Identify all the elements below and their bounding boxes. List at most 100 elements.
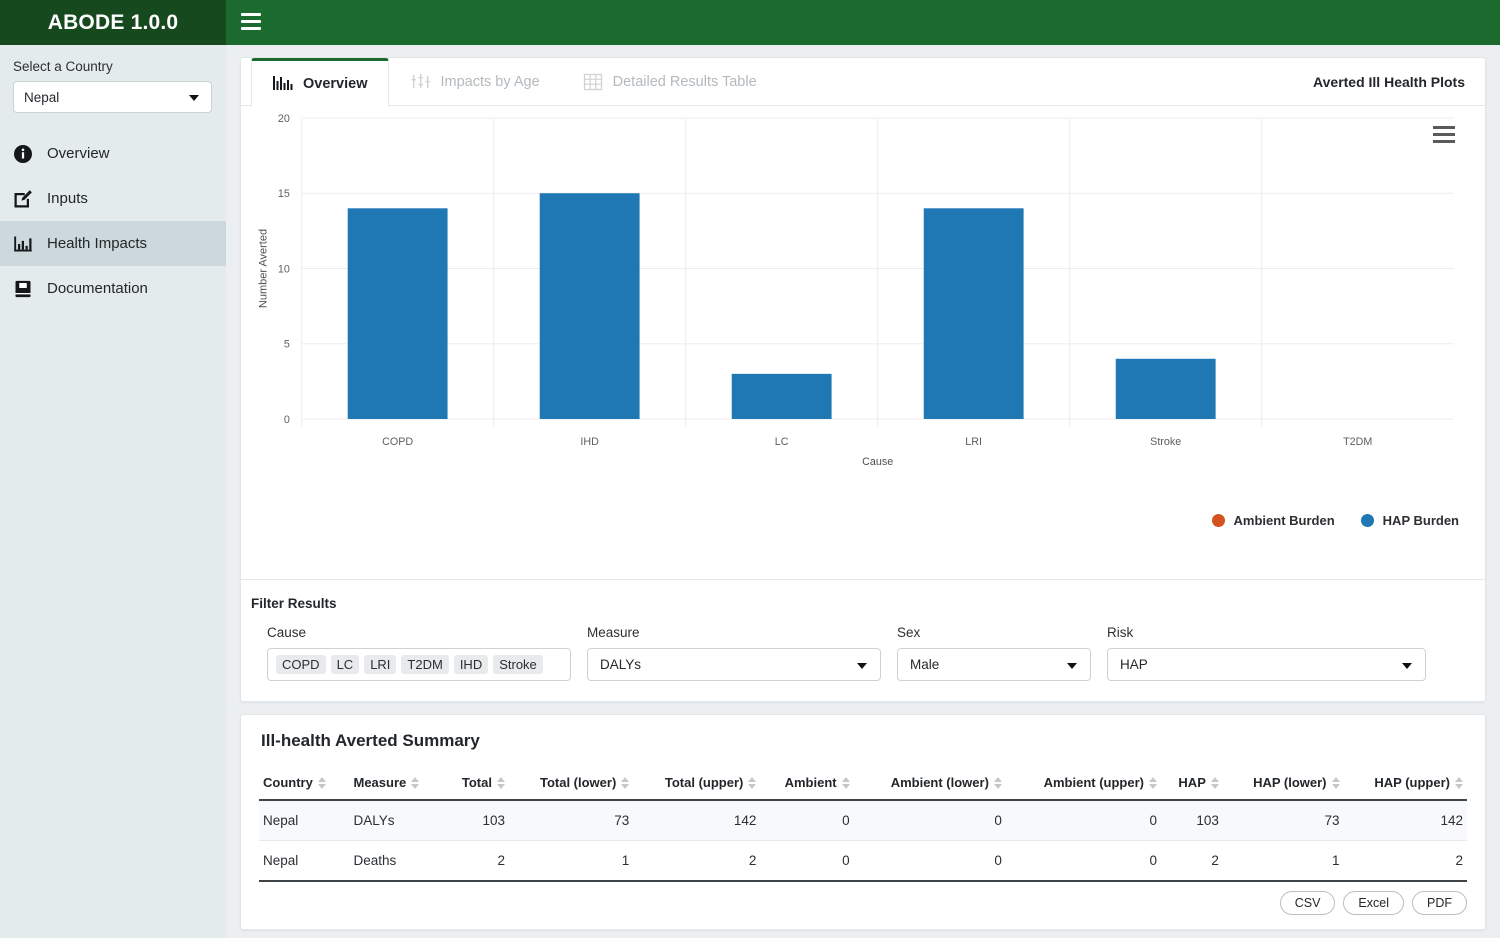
filter-label-cause: Cause <box>267 625 307 640</box>
table-row: Nepal DALYs 103 73 142 0 0 0 103 73 142 <box>259 800 1467 841</box>
column-label: Total <box>461 775 492 790</box>
cause-chip[interactable]: COPD <box>276 655 326 674</box>
export-pdf-button[interactable]: PDF <box>1412 891 1467 915</box>
column-label: Ambient (lower) <box>890 775 989 790</box>
tab-label: Detailed Results Table <box>612 74 757 90</box>
filter-group-risk: Risk HAP <box>1091 625 1426 681</box>
sidebar-item-health-impacts[interactable]: Health Impacts <box>0 221 226 266</box>
sort-toggle-icon[interactable] <box>1210 776 1219 789</box>
table-body: Nepal DALYs 103 73 142 0 0 0 103 73 142 Nepal Deaths… <box>259 800 1467 882</box>
risk-select-value: HAP <box>1120 657 1148 672</box>
app-brand-title: ABODE 1.0.0 <box>0 0 226 45</box>
export-excel-button[interactable]: Excel <box>1343 891 1404 915</box>
sidebar-item-label: Health Impacts <box>47 235 148 252</box>
tab-label: Impacts by Age <box>440 74 540 90</box>
table-column-header[interactable]: Ambient (upper) <box>1005 775 1161 801</box>
export-csv-button[interactable]: CSV <box>1279 891 1336 915</box>
sidebar-item-inputs[interactable]: Inputs <box>0 176 226 221</box>
filter-group-cause: Cause COPD LC LRI T2DM IHD Stroke <box>251 625 571 681</box>
bar[interactable] <box>731 373 832 419</box>
column-label: Total (upper) <box>664 775 744 790</box>
table-cell: Nepal <box>259 800 350 841</box>
table-column-header[interactable]: Total <box>443 775 509 801</box>
chevron-down-icon <box>857 662 867 669</box>
column-label: Country <box>263 775 313 790</box>
bar[interactable] <box>347 208 448 419</box>
averted-ill-health-bar-chart: 0 5 10 15 20 COPD IHD LC LRI Stroke T2DM Cause Numbe… <box>258 113 1454 468</box>
sidebar-item-label: Inputs <box>47 190 88 207</box>
sex-select[interactable]: Male <box>897 648 1091 681</box>
legend-item-ambient-burden[interactable]: Ambient Burden <box>1211 513 1335 528</box>
column-label: Ambient <box>784 775 837 790</box>
table-cell: 2 <box>633 840 761 882</box>
sort-toggle-icon[interactable] <box>411 776 420 789</box>
x-axis-tick-label: LC <box>775 436 789 448</box>
table-row: Nepal Deaths 2 1 2 0 0 0 2 1 2 <box>259 840 1467 882</box>
table-cell: 0 <box>853 800 1006 841</box>
y-axis-tick-label: 10 <box>278 263 290 275</box>
sort-toggle-icon[interactable] <box>1148 776 1157 789</box>
cause-chip[interactable]: LC <box>330 655 360 674</box>
table-cell: 103 <box>443 800 509 841</box>
sort-toggle-icon[interactable] <box>621 776 630 789</box>
ill-health-averted-summary-table: Country Measure Total Total (lower) Total (u… <box>259 775 1467 882</box>
filter-label-sex: Sex <box>897 625 921 640</box>
bar[interactable] <box>923 208 1024 419</box>
table-column-header[interactable]: Total (lower) <box>508 775 634 801</box>
sidebar-item-overview[interactable]: Overview <box>0 131 226 176</box>
legend-swatch <box>1360 514 1374 527</box>
country-select[interactable]: Nepal <box>13 81 212 113</box>
risk-select[interactable]: HAP <box>1107 648 1426 681</box>
cause-chip[interactable]: LRI <box>364 655 397 674</box>
legend-item-hap-burden[interactable]: HAP Burden <box>1360 513 1459 528</box>
content-area: Overview Impacts by Age Detailed Results… <box>226 45 1500 938</box>
table-cell: 2 <box>1343 840 1467 882</box>
application-root: ABODE 1.0.0 Select a Country Nepal Overv… <box>0 0 1500 938</box>
tab-impacts-by-age[interactable]: Impacts by Age <box>389 58 561 105</box>
bar[interactable] <box>1115 358 1216 419</box>
sort-toggle-icon[interactable] <box>1455 776 1463 789</box>
sidebar: ABODE 1.0.0 Select a Country Nepal Overv… <box>0 0 226 938</box>
table-cell: 0 <box>760 840 854 882</box>
sort-toggle-icon[interactable] <box>496 776 505 789</box>
column-label: Ambient (upper) <box>1043 775 1144 790</box>
tab-overview[interactable]: Overview <box>251 58 389 106</box>
column-label: HAP (lower) <box>1253 775 1327 790</box>
top-bar <box>226 0 1500 45</box>
measure-select[interactable]: DALYs <box>587 648 881 681</box>
column-label: Total (lower) <box>539 775 617 790</box>
table-cell: 1 <box>1222 840 1344 882</box>
sort-toggle-icon[interactable] <box>841 776 850 789</box>
sort-toggle-icon[interactable] <box>748 776 757 789</box>
sidebar-toggle-button[interactable] <box>241 13 261 30</box>
cause-chip[interactable]: T2DM <box>401 655 449 674</box>
bar[interactable] <box>539 193 640 419</box>
table-header: Country Measure Total Total (lower) Total (u… <box>259 775 1467 801</box>
sort-toggle-icon[interactable] <box>993 776 1002 789</box>
filter-controls-row: Cause COPD LC LRI T2DM IHD Stroke Measure DAL… <box>251 625 1467 681</box>
sort-toggle-icon[interactable] <box>1331 776 1340 789</box>
country-select-label: Select a Country <box>13 59 113 74</box>
filter-label-risk: Risk <box>1107 625 1134 640</box>
table-column-header[interactable]: Measure <box>349 775 444 801</box>
y-axis-tick-label: 0 <box>284 414 290 426</box>
tab-detailed-results-table[interactable]: Detailed Results Table <box>561 58 778 105</box>
table-column-header[interactable]: Ambient (lower) <box>853 775 1006 801</box>
plots-panel: Overview Impacts by Age Detailed Results… <box>240 57 1486 702</box>
table-column-header[interactable]: Country <box>259 775 350 801</box>
table-column-header[interactable]: Ambient <box>760 775 854 801</box>
column-label: Measure <box>353 775 407 790</box>
table-column-header[interactable]: Total (upper) <box>633 775 761 801</box>
sidebar-item-documentation[interactable]: Documentation <box>0 266 226 311</box>
cause-multiselect[interactable]: COPD LC LRI T2DM IHD Stroke <box>267 648 571 681</box>
table-column-header[interactable]: HAP (lower) <box>1222 775 1344 801</box>
sort-toggle-icon[interactable] <box>317 776 326 789</box>
table-cell: 73 <box>1222 800 1344 841</box>
country-select-value: Nepal <box>24 89 60 105</box>
cause-chip[interactable]: IHD <box>453 655 489 674</box>
table-column-header[interactable]: HAP (upper) <box>1343 775 1467 801</box>
cause-chip[interactable]: Stroke <box>493 655 543 674</box>
table-column-header[interactable]: HAP <box>1160 775 1223 801</box>
table-cell: Deaths <box>349 840 444 882</box>
chevron-down-icon <box>189 95 199 101</box>
